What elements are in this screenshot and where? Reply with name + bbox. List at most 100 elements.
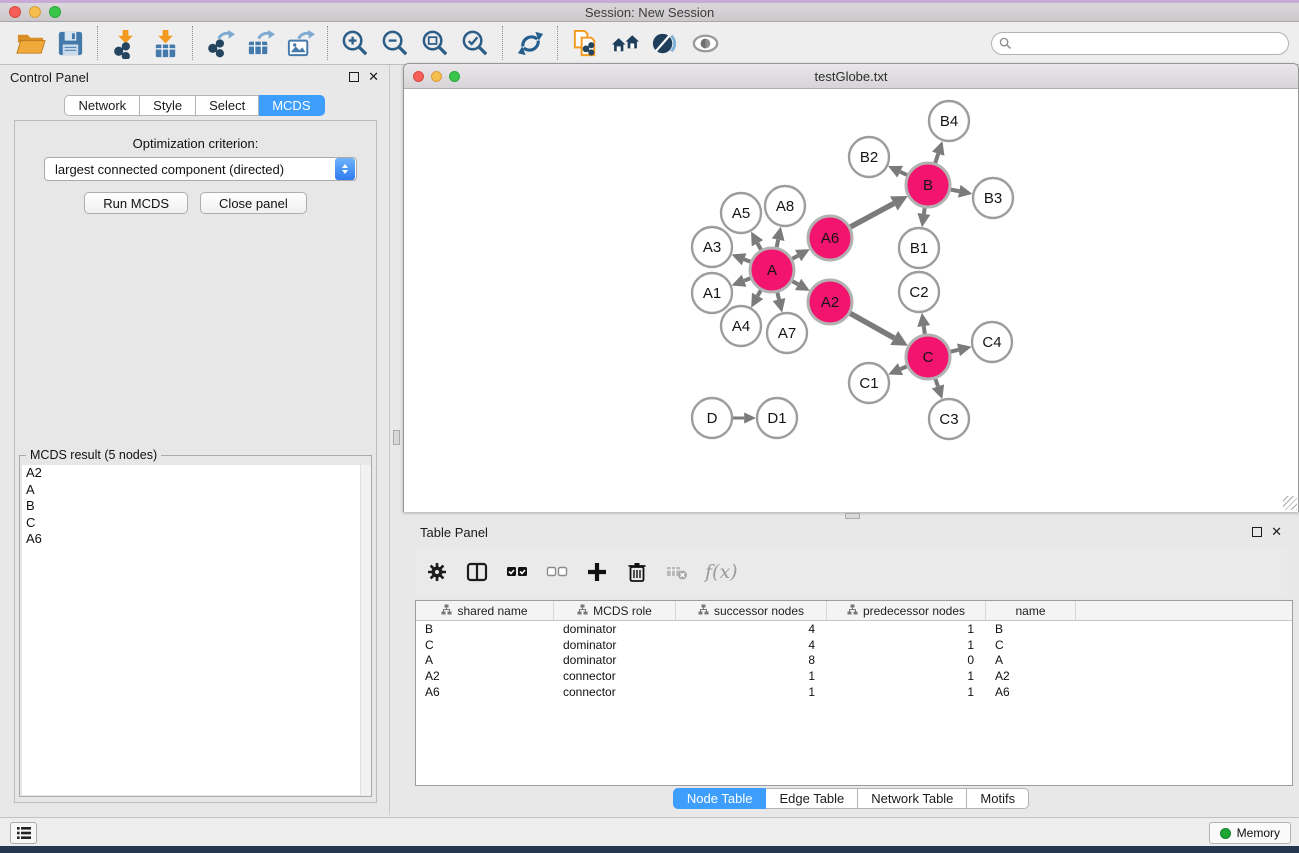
- export-network-icon[interactable]: [200, 25, 240, 61]
- node-D1[interactable]: D1: [757, 398, 797, 438]
- graphics-details-icon[interactable]: [645, 25, 685, 61]
- memory-button[interactable]: Memory: [1209, 822, 1291, 844]
- cell-name[interactable]: A2: [986, 669, 1076, 683]
- node-A8[interactable]: A8: [765, 186, 805, 226]
- cell-predecessor-nodes[interactable]: 1: [827, 685, 986, 699]
- cell-MCDS-role[interactable]: dominator: [554, 622, 676, 636]
- home-icon[interactable]: [605, 25, 645, 61]
- mcds-result-item[interactable]: A6: [22, 531, 371, 548]
- node-C[interactable]: C: [906, 335, 950, 379]
- column-header-shared-name[interactable]: shared name: [416, 601, 554, 620]
- cell-shared-name[interactable]: C: [416, 638, 554, 652]
- optimization-criterion-select[interactable]: largest connected component (directed): [44, 157, 357, 181]
- zoom-selected-icon[interactable]: [455, 25, 495, 61]
- node-A2[interactable]: A2: [808, 280, 852, 324]
- cell-successor-nodes[interactable]: 4: [676, 638, 827, 652]
- delete-column-icon[interactable]: [625, 560, 649, 584]
- network-maximize-button[interactable]: [449, 71, 460, 82]
- cell-name[interactable]: C: [986, 638, 1076, 652]
- node-C4[interactable]: C4: [972, 322, 1012, 362]
- tab-node-table[interactable]: Node Table: [673, 788, 767, 809]
- node-B[interactable]: B: [906, 163, 950, 207]
- cell-predecessor-nodes[interactable]: 1: [827, 638, 986, 652]
- cell-name[interactable]: A6: [986, 685, 1076, 699]
- cell-shared-name[interactable]: A6: [416, 685, 554, 699]
- import-table-icon[interactable]: [145, 25, 185, 61]
- node-A5[interactable]: A5: [721, 193, 761, 233]
- zoom-out-icon[interactable]: [375, 25, 415, 61]
- tab-network[interactable]: Network: [64, 95, 140, 116]
- node-B3[interactable]: B3: [973, 178, 1013, 218]
- node-A[interactable]: A: [750, 248, 794, 292]
- refresh-icon[interactable]: [510, 25, 550, 61]
- table-row[interactable]: A2connector11A2: [416, 668, 1292, 684]
- cell-predecessor-nodes[interactable]: 1: [827, 622, 986, 636]
- cell-successor-nodes[interactable]: 1: [676, 685, 827, 699]
- mcds-result-list[interactable]: A2ABCA6: [22, 465, 371, 795]
- cell-MCDS-role[interactable]: connector: [554, 685, 676, 699]
- cell-successor-nodes[interactable]: 1: [676, 669, 827, 683]
- save-session-icon[interactable]: [50, 25, 90, 61]
- node-B4[interactable]: B4: [929, 101, 969, 141]
- vertical-splitter-handle[interactable]: [393, 430, 400, 445]
- table-row[interactable]: A6connector11A6: [416, 684, 1292, 700]
- node-A4[interactable]: A4: [721, 306, 761, 346]
- zoom-in-icon[interactable]: [335, 25, 375, 61]
- node-A1[interactable]: A1: [692, 273, 732, 313]
- add-column-icon[interactable]: [585, 560, 609, 584]
- result-list-scrollbar[interactable]: [360, 465, 371, 795]
- cell-name[interactable]: A: [986, 653, 1076, 667]
- network-minimize-button[interactable]: [431, 71, 442, 82]
- open-file-icon[interactable]: [10, 25, 50, 61]
- maximize-window-button[interactable]: [49, 6, 61, 18]
- float-table-panel-icon[interactable]: [1252, 527, 1262, 537]
- split-panel-icon[interactable]: [465, 560, 489, 584]
- cell-MCDS-role[interactable]: dominator: [554, 653, 676, 667]
- tab-style[interactable]: Style: [140, 95, 196, 116]
- network-window-titlebar[interactable]: testGlobe.txt: [404, 64, 1298, 89]
- cell-shared-name[interactable]: A2: [416, 669, 554, 683]
- eye-icon[interactable]: [685, 25, 725, 61]
- close-panel-button[interactable]: Close panel: [200, 192, 307, 214]
- close-panel-icon[interactable]: ✕: [368, 72, 379, 82]
- column-header-MCDS-role[interactable]: MCDS role: [554, 601, 676, 620]
- network-close-button[interactable]: [413, 71, 424, 82]
- export-table-icon[interactable]: [240, 25, 280, 61]
- float-panel-icon[interactable]: [349, 72, 359, 82]
- clone-network-icon[interactable]: [565, 25, 605, 61]
- tab-edge-table[interactable]: Edge Table: [766, 788, 858, 809]
- cell-successor-nodes[interactable]: 8: [676, 653, 827, 667]
- cell-shared-name[interactable]: B: [416, 622, 554, 636]
- table-row[interactable]: Bdominator41B: [416, 621, 1292, 637]
- minimize-window-button[interactable]: [29, 6, 41, 18]
- node-C1[interactable]: C1: [849, 363, 889, 403]
- select-all-columns-icon[interactable]: [505, 560, 529, 584]
- task-history-button[interactable]: [10, 822, 37, 844]
- table-row[interactable]: Cdominator41C: [416, 637, 1292, 653]
- cell-MCDS-role[interactable]: connector: [554, 669, 676, 683]
- node-A3[interactable]: A3: [692, 227, 732, 267]
- node-B2[interactable]: B2: [849, 137, 889, 177]
- tab-select[interactable]: Select: [196, 95, 259, 116]
- mcds-result-item[interactable]: B: [22, 498, 371, 515]
- node-A6[interactable]: A6: [808, 216, 852, 260]
- cell-shared-name[interactable]: A: [416, 653, 554, 667]
- tab-motifs[interactable]: Motifs: [967, 788, 1029, 809]
- column-header-predecessor-nodes[interactable]: predecessor nodes: [827, 601, 986, 620]
- close-table-panel-icon[interactable]: ✕: [1271, 527, 1282, 537]
- cell-successor-nodes[interactable]: 4: [676, 622, 827, 636]
- node-C2[interactable]: C2: [899, 272, 939, 312]
- mcds-result-item[interactable]: A2: [22, 465, 371, 482]
- network-canvas[interactable]: B4B2BB3B1A5A8A6A3AA1A4A7A2C2C4CC1C3DD1: [404, 89, 1298, 512]
- mcds-result-item[interactable]: A: [22, 482, 371, 499]
- column-header-successor-nodes[interactable]: successor nodes: [676, 601, 827, 620]
- deselect-all-columns-icon[interactable]: [545, 560, 569, 584]
- tab-mcds[interactable]: MCDS: [259, 95, 324, 116]
- node-D[interactable]: D: [692, 398, 732, 438]
- node-C3[interactable]: C3: [929, 399, 969, 439]
- cell-predecessor-nodes[interactable]: 0: [827, 653, 986, 667]
- horizontal-splitter-handle[interactable]: [845, 513, 860, 519]
- node-A7[interactable]: A7: [767, 313, 807, 353]
- mcds-result-item[interactable]: C: [22, 515, 371, 532]
- cell-name[interactable]: B: [986, 622, 1076, 636]
